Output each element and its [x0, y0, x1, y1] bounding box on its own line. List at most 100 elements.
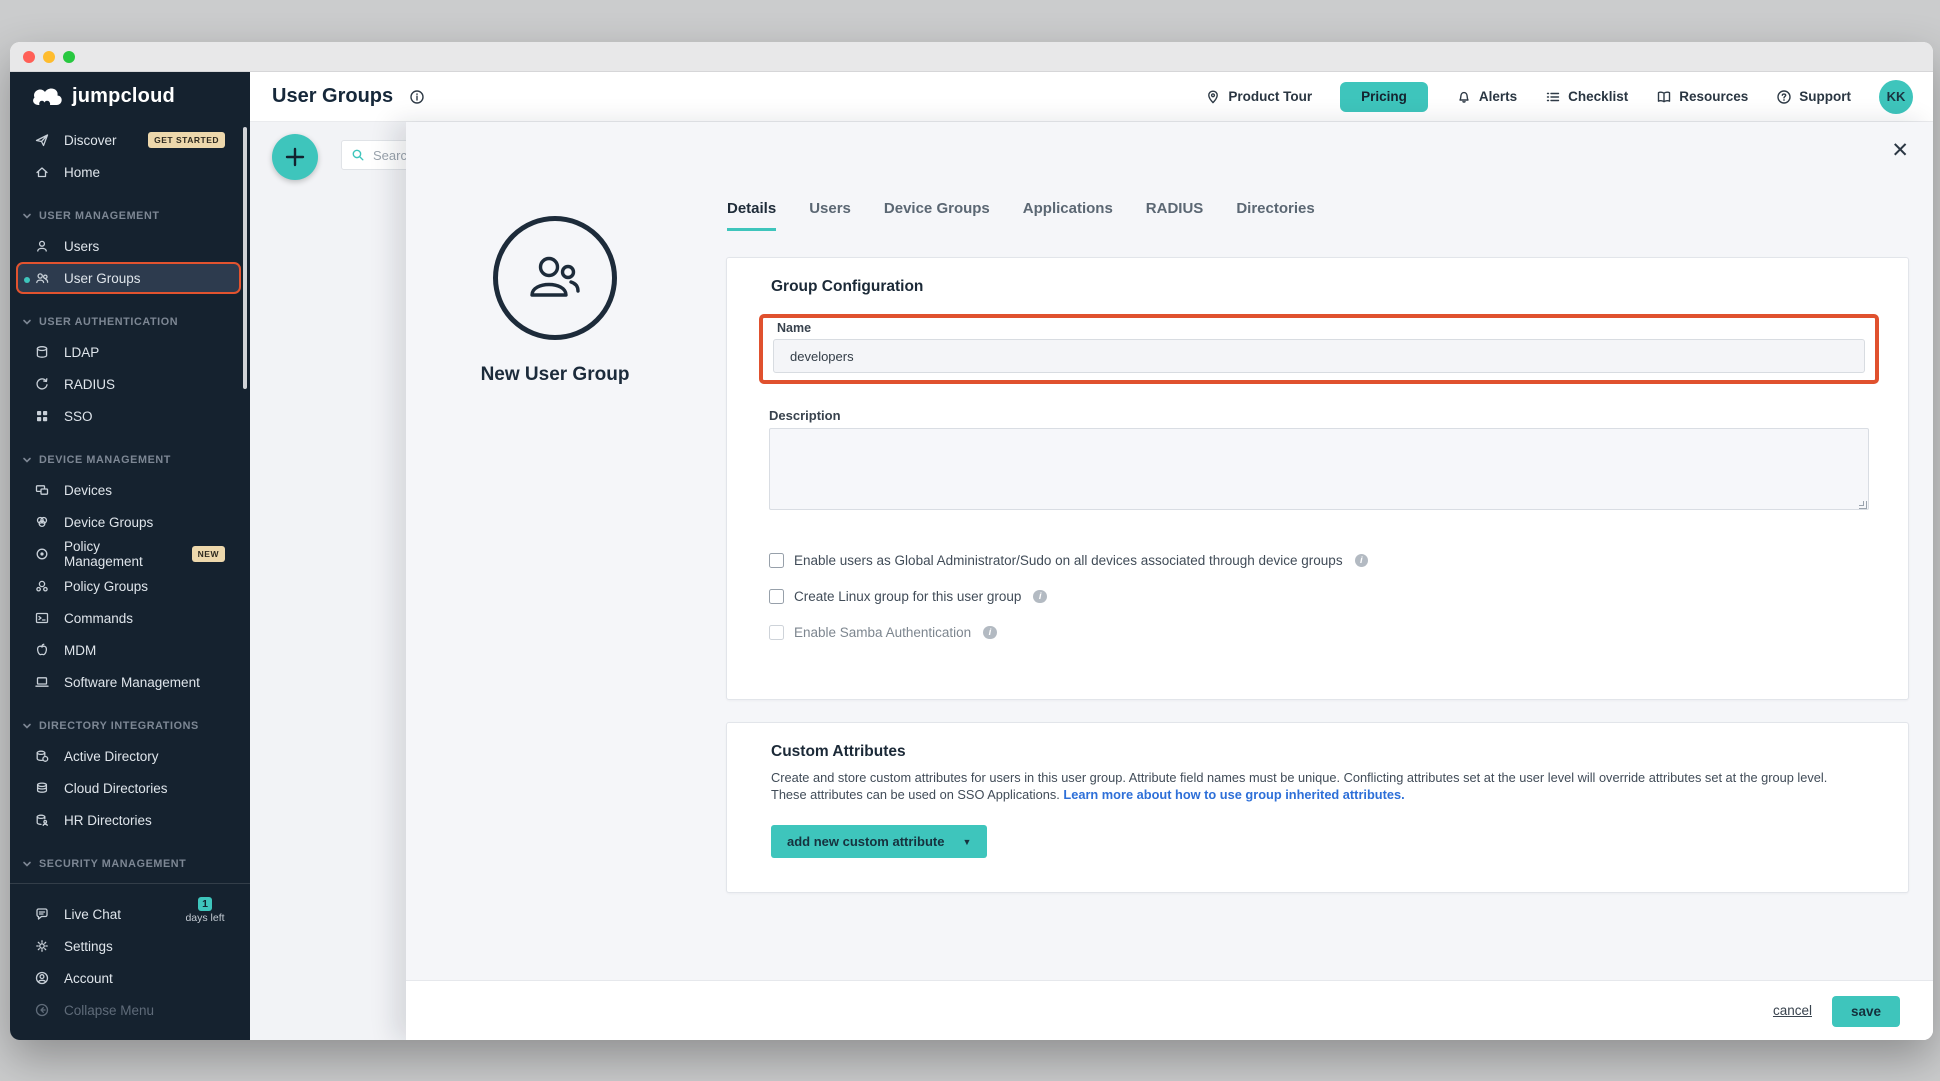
app-window: jumpcloud Discover GET STARTED Home USER…	[10, 42, 1933, 1040]
avatar[interactable]: KK	[1879, 80, 1913, 114]
sidebar-item-users[interactable]: Users	[10, 230, 250, 262]
active-dot	[24, 277, 30, 283]
group-name-input[interactable]	[773, 339, 1865, 373]
sidebar-item-label: Discover	[64, 133, 117, 148]
minimize-window-button[interactable]	[43, 51, 55, 63]
logo-text: jumpcloud	[72, 85, 175, 108]
sidebar-item-label: Account	[64, 971, 113, 986]
sidebar-item-home[interactable]: Home	[10, 156, 250, 188]
nav-product-tour[interactable]: Product Tour	[1205, 89, 1312, 105]
sidebar-item-account[interactable]: Account	[10, 962, 250, 994]
collapse-arrow-icon	[34, 1002, 50, 1018]
radius-icon	[34, 376, 50, 392]
sidebar-item-label: Commands	[64, 611, 133, 626]
close-window-button[interactable]	[23, 51, 35, 63]
active-directory-icon	[34, 748, 50, 764]
product-tour-icon	[1205, 89, 1221, 105]
nav-checklist[interactable]: Checklist	[1545, 89, 1628, 105]
sidebar-scrollbar[interactable]	[243, 127, 247, 389]
search-icon	[351, 148, 365, 162]
sidebar-item-hr-directories[interactable]: HR Directories	[10, 804, 250, 836]
nav-resources[interactable]: Resources	[1656, 89, 1748, 105]
nav-support[interactable]: Support	[1776, 89, 1851, 105]
tab-applications[interactable]: Applications	[1023, 200, 1113, 231]
section-directory-integrations[interactable]: DIRECTORY INTEGRATIONS	[10, 712, 250, 740]
group-configuration-card: Group Configuration Name Description Ena…	[726, 257, 1909, 700]
sidebar-item-label: SSO	[64, 409, 93, 424]
devices-icon	[34, 482, 50, 498]
gear-icon	[34, 938, 50, 954]
sidebar-item-label: Devices	[64, 483, 112, 498]
info-icon[interactable]	[409, 89, 425, 105]
new-user-group-icon	[493, 216, 617, 340]
pricing-button[interactable]: Pricing	[1340, 82, 1428, 112]
sidebar-item-label: Policy Groups	[64, 579, 148, 594]
sidebar-item-cloud-directories[interactable]: Cloud Directories	[10, 772, 250, 804]
sidebar-item-label: LDAP	[64, 345, 99, 360]
sidebar-item-label: RADIUS	[64, 377, 115, 392]
linux-group-checkbox[interactable]	[769, 589, 784, 604]
info-icon[interactable]: i	[1033, 590, 1047, 604]
tab-details[interactable]: Details	[727, 200, 776, 231]
sidebar-item-ldap[interactable]: LDAP	[10, 336, 250, 368]
sidebar-item-discover[interactable]: Discover GET STARTED	[10, 124, 250, 156]
add-user-group-button[interactable]	[272, 134, 318, 180]
section-user-authentication[interactable]: USER AUTHENTICATION	[10, 308, 250, 336]
samba-auth-checkbox[interactable]	[769, 625, 784, 640]
sidebar-item-label: Active Directory	[64, 749, 159, 764]
sidebar-item-commands[interactable]: Commands	[10, 602, 250, 634]
card-heading: Group Configuration	[771, 278, 923, 296]
sidebar-item-label: Software Management	[64, 675, 200, 690]
nav-alerts[interactable]: Alerts	[1456, 89, 1517, 105]
sidebar-item-user-groups[interactable]: User Groups	[16, 262, 241, 294]
maximize-window-button[interactable]	[63, 51, 75, 63]
sidebar-item-active-directory[interactable]: Active Directory	[10, 740, 250, 772]
sidebar-item-policy-groups[interactable]: Policy Groups	[10, 570, 250, 602]
checkbox-row-global-admin: Enable users as Global Administrator/Sud…	[769, 553, 1368, 568]
add-custom-attribute-button[interactable]: add new custom attribute ▼	[771, 825, 987, 858]
new-badge: NEW	[192, 546, 225, 562]
learn-more-link[interactable]: Learn more about how to use group inheri…	[1063, 787, 1404, 802]
chat-bubble-icon	[34, 906, 50, 922]
sidebar-item-live-chat[interactable]: Live Chat 1 days left	[10, 898, 250, 930]
custom-attributes-description: Create and store custom attributes for u…	[771, 769, 1861, 803]
sidebar-item-settings[interactable]: Settings	[10, 930, 250, 962]
sidebar-item-label: Device Groups	[64, 515, 153, 530]
tab-device-groups[interactable]: Device Groups	[884, 200, 990, 231]
sidebar-item-label: Users	[64, 239, 99, 254]
hr-directories-icon	[34, 812, 50, 828]
discover-icon	[34, 132, 50, 148]
sidebar-item-device-groups[interactable]: Device Groups	[10, 506, 250, 538]
plus-icon	[284, 146, 306, 168]
global-admin-checkbox[interactable]	[769, 553, 784, 568]
sidebar-item-policy-management[interactable]: Policy Management NEW	[10, 538, 250, 570]
section-user-management[interactable]: USER MANAGEMENT	[10, 202, 250, 230]
section-security-management[interactable]: SECURITY MANAGEMENT	[10, 850, 250, 878]
description-textarea[interactable]	[769, 428, 1869, 510]
sidebar-item-devices[interactable]: Devices	[10, 474, 250, 506]
tab-directories[interactable]: Directories	[1236, 200, 1314, 231]
days-left-badge: 1	[198, 897, 212, 911]
sidebar-item-mdm[interactable]: MDM	[10, 634, 250, 666]
sidebar-item-sso[interactable]: SSO	[10, 400, 250, 432]
info-icon[interactable]: i	[1355, 554, 1369, 568]
home-icon	[34, 164, 50, 180]
chevron-down-icon	[22, 455, 32, 465]
chevron-down-icon	[22, 859, 32, 869]
tab-users[interactable]: Users	[809, 200, 851, 231]
info-icon[interactable]: i	[983, 626, 997, 640]
sidebar-item-label: MDM	[64, 643, 96, 658]
section-device-management[interactable]: DEVICE MANAGEMENT	[10, 446, 250, 474]
close-icon[interactable]: ✕	[1891, 140, 1909, 161]
sidebar-item-software-management[interactable]: Software Management	[10, 666, 250, 698]
cancel-button[interactable]: cancel	[1773, 1003, 1812, 1018]
sidebar-item-radius[interactable]: RADIUS	[10, 368, 250, 400]
user-group-icon	[34, 270, 50, 286]
main-area: User Groups Product Tour Pricing Alerts …	[250, 72, 1933, 1040]
apple-icon	[34, 642, 50, 658]
tab-radius[interactable]: RADIUS	[1146, 200, 1204, 231]
sidebar-item-label: Cloud Directories	[64, 781, 168, 796]
sidebar-nav: Discover GET STARTED Home USER MANAGEMEN…	[10, 124, 250, 878]
save-button[interactable]: save	[1832, 996, 1900, 1027]
sidebar-item-collapse-menu[interactable]: Collapse Menu	[10, 994, 250, 1026]
